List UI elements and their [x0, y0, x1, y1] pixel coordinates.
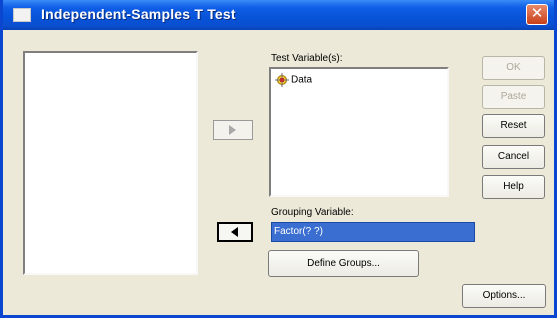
source-variable-list[interactable] [23, 51, 198, 275]
scale-variable-icon [275, 73, 289, 87]
left-arrow-icon [231, 227, 238, 237]
move-to-test-variables-button[interactable] [213, 120, 253, 140]
cancel-button[interactable]: Cancel [482, 145, 545, 169]
title-bar[interactable]: Independent-Samples T Test ✕ [3, 0, 554, 30]
test-variable-label: Data [291, 74, 313, 86]
right-arrow-icon [229, 125, 236, 135]
grouping-variable-label: Grouping Variable: [271, 207, 354, 218]
test-variables-label: Test Variable(s): [271, 53, 343, 64]
test-variable-item-data[interactable]: Data [275, 73, 312, 87]
grouping-variable-field[interactable]: Factor(? ?) [271, 222, 475, 242]
close-button[interactable]: ✕ [526, 4, 548, 25]
help-button[interactable]: Help [482, 175, 545, 199]
window-icon [13, 8, 31, 22]
ok-button[interactable]: OK [482, 56, 545, 80]
move-grouping-variable-button[interactable] [217, 222, 253, 242]
options-button[interactable]: Options... [462, 284, 546, 308]
test-variables-list[interactable]: Data [269, 67, 449, 197]
independent-samples-t-test-dialog: Independent-Samples T Test ✕ Test Variab… [0, 0, 557, 318]
window-title: Independent-Samples T Test [41, 6, 236, 22]
define-groups-button[interactable]: Define Groups... [268, 250, 419, 277]
paste-button[interactable]: Paste [482, 85, 545, 109]
reset-button[interactable]: Reset [482, 114, 545, 138]
